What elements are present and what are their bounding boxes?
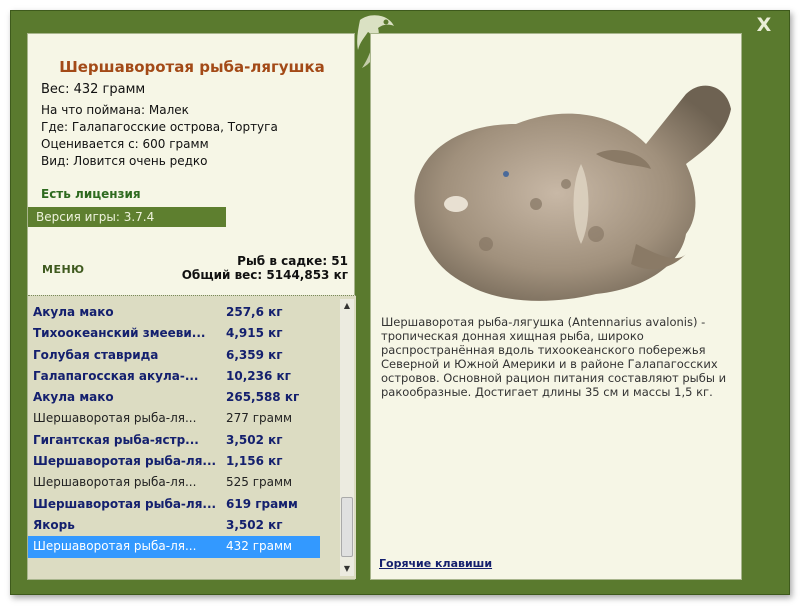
scroll-down-icon[interactable]: ▼ — [340, 562, 354, 576]
catch-list-row[interactable]: Акула мако 265,588 кг — [28, 387, 338, 408]
catch-weight: 10,236 кг — [226, 368, 291, 383]
catch-list[interactable]: Акула мако 257,6 кг Тихоокеанский змееви..… — [28, 295, 356, 579]
fish-details: На что поймана: Малек Где: Галапагосские… — [41, 102, 278, 170]
catch-list-row[interactable]: Гигантская рыба-ястр... 3,502 кг — [28, 430, 338, 451]
catch-weight: 277 грамм — [226, 411, 293, 426]
catch-list-row[interactable]: Тихоокеанский змееви... 4,915 кг — [28, 323, 338, 344]
close-icon[interactable]: X — [752, 13, 776, 37]
list-scrollbar[interactable]: ▲ ▼ — [340, 299, 354, 576]
catch-list-row[interactable]: Галапагосская акула-... 10,236 кг — [28, 366, 338, 387]
fish-weight: Вес: 432 грамм — [41, 82, 146, 97]
fish-image — [414, 85, 731, 301]
catch-name: Акула мако — [33, 305, 114, 319]
catch-list-row[interactable]: Шершаворотая рыба-ля... 277 грамм — [28, 408, 338, 429]
catch-name: Голубая ставрида — [33, 347, 159, 362]
catch-name: Шершаворотая рыба-ля... — [33, 411, 197, 426]
catch-name: Галапагосская акула-... — [33, 368, 199, 383]
caught-on: На что поймана: Малек — [41, 103, 189, 117]
catch-name: Гигантская рыба-ястр... — [33, 432, 199, 447]
catch-weight: 6,359 кг — [226, 347, 283, 362]
fish-info-panel: Шершаворотая рыба-лягушка Вес: 432 грамм… — [27, 33, 356, 580]
license-status: Есть лицензия — [41, 187, 141, 201]
valued-from: Оценивается с: 600 грамм — [41, 137, 209, 151]
scroll-up-icon[interactable]: ▲ — [340, 299, 354, 313]
catch-list-row[interactable]: Голубая ставрида 6,359 кг — [28, 345, 338, 366]
total-weight: Общий вес: 5144,853 кг — [181, 268, 348, 282]
catch-weight: 619 грамм — [226, 496, 298, 511]
catch-weight: 432 грамм — [226, 539, 293, 554]
fish-title: Шершаворотая рыба-лягушка — [59, 58, 325, 76]
catch-name: Акула мако — [33, 390, 114, 405]
location: Где: Галапагосские острова, Тортуга — [41, 120, 278, 134]
catch-name: Шершаворотая рыба-ля... — [33, 454, 217, 469]
catch-list-rows: Акула мако 257,6 кг Тихоокеанский змееви..… — [28, 302, 338, 558]
catch-name: Тихоокеанский змееви... — [33, 326, 206, 341]
hotkeys-link[interactable]: Горячие клавиши — [379, 557, 492, 570]
catch-list-row[interactable]: Шершаворотая рыба-ля... 1,156 кг — [28, 451, 338, 472]
catch-list-row[interactable]: Шершаворотая рыба-ля... 432 грамм — [28, 536, 320, 558]
catch-list-row[interactable]: Шершаворотая рыба-ля... 619 грамм — [28, 494, 338, 515]
menu-button[interactable]: МЕНЮ — [42, 263, 85, 276]
catch-weight: 3,502 кг — [226, 517, 283, 532]
keepnet-stats: Рыб в садке: 51 Общий вес: 5144,853 кг — [182, 254, 348, 282]
scroll-thumb[interactable] — [341, 497, 353, 557]
catch-name: Шершаворотая рыба-ля... — [33, 496, 217, 511]
catch-name: Шершаворотая рыба-ля... — [33, 539, 197, 554]
fish-description-panel: Шершаворотая рыба-лягушка (Antennarius a… — [370, 33, 742, 580]
catch-name: Якорь — [33, 517, 75, 532]
catch-weight: 1,156 кг — [226, 454, 283, 469]
catch-weight: 257,6 кг — [226, 305, 283, 319]
catch-weight: 265,588 кг — [226, 390, 300, 405]
catch-weight: 525 грамм — [226, 475, 293, 490]
rarity: Вид: Ловится очень редко — [41, 154, 208, 168]
catch-list-row[interactable]: Акула мако 257,6 кг — [28, 302, 338, 323]
game-version: Версия игры: 3.7.4 — [28, 207, 226, 227]
catch-name: Шершаворотая рыба-ля... — [33, 475, 197, 490]
fish-count: Рыб в садке: 51 — [237, 254, 348, 268]
catch-weight: 3,502 кг — [226, 432, 283, 447]
catch-list-row[interactable]: Шершаворотая рыба-ля... 525 грамм — [28, 472, 338, 493]
catch-list-row[interactable]: Якорь 3,502 кг — [28, 515, 338, 536]
fish-description: Шершаворотая рыба-лягушка (Antennarius a… — [381, 315, 727, 399]
catch-weight: 4,915 кг — [226, 326, 283, 341]
